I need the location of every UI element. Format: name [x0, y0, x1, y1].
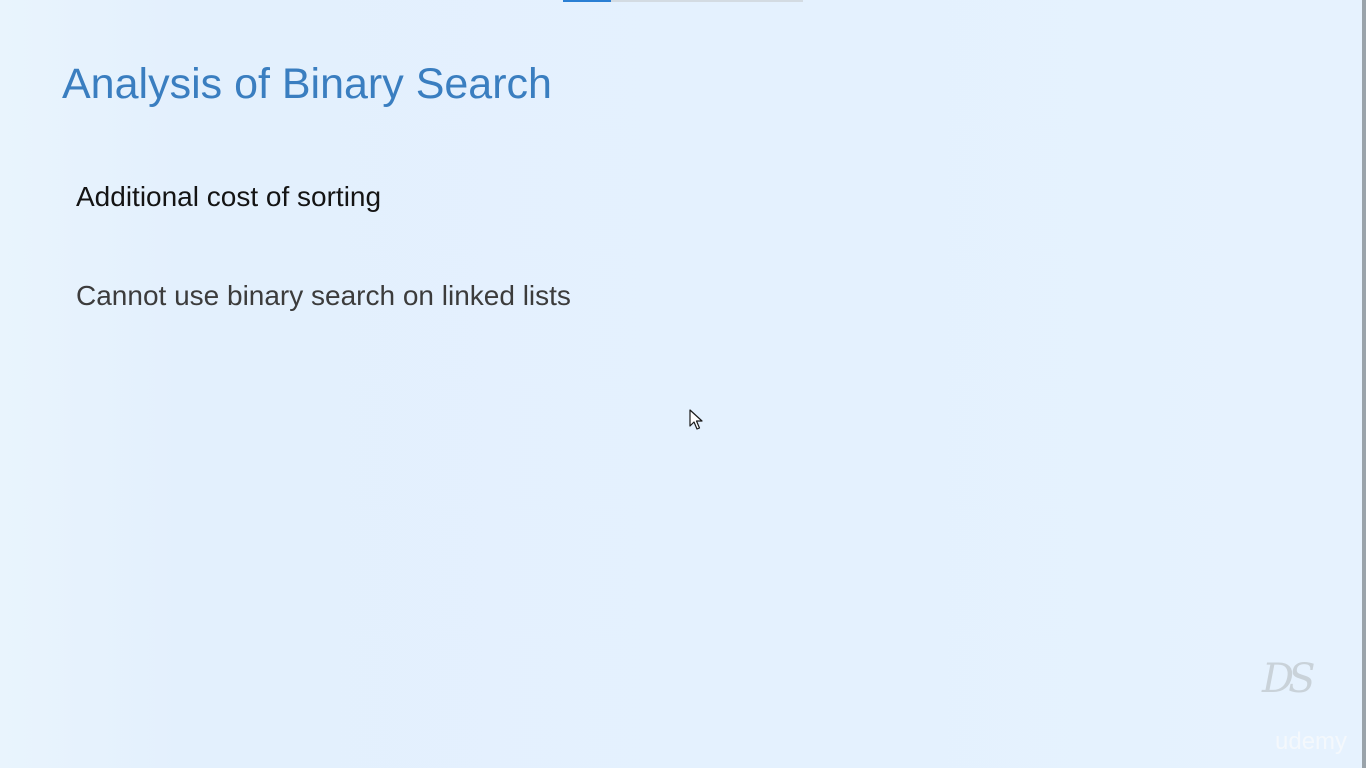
- window-right-edge: [1362, 0, 1366, 768]
- bullet-additional-cost: Additional cost of sorting: [76, 181, 382, 212]
- lecture-slide: Analysis of Binary Search Additional cos…: [0, 0, 1366, 768]
- video-progress-track[interactable]: [563, 0, 803, 2]
- ds-logo-watermark: DS: [1262, 656, 1316, 702]
- udemy-brand-watermark: udemy: [1275, 728, 1348, 755]
- slide-title: Analysis of Binary Search: [62, 60, 552, 108]
- bullet-linked-lists: Cannot use binary search on linked lists: [76, 280, 571, 311]
- mouse-pointer-icon: [689, 409, 703, 430]
- video-progress-fill: [563, 0, 611, 2]
